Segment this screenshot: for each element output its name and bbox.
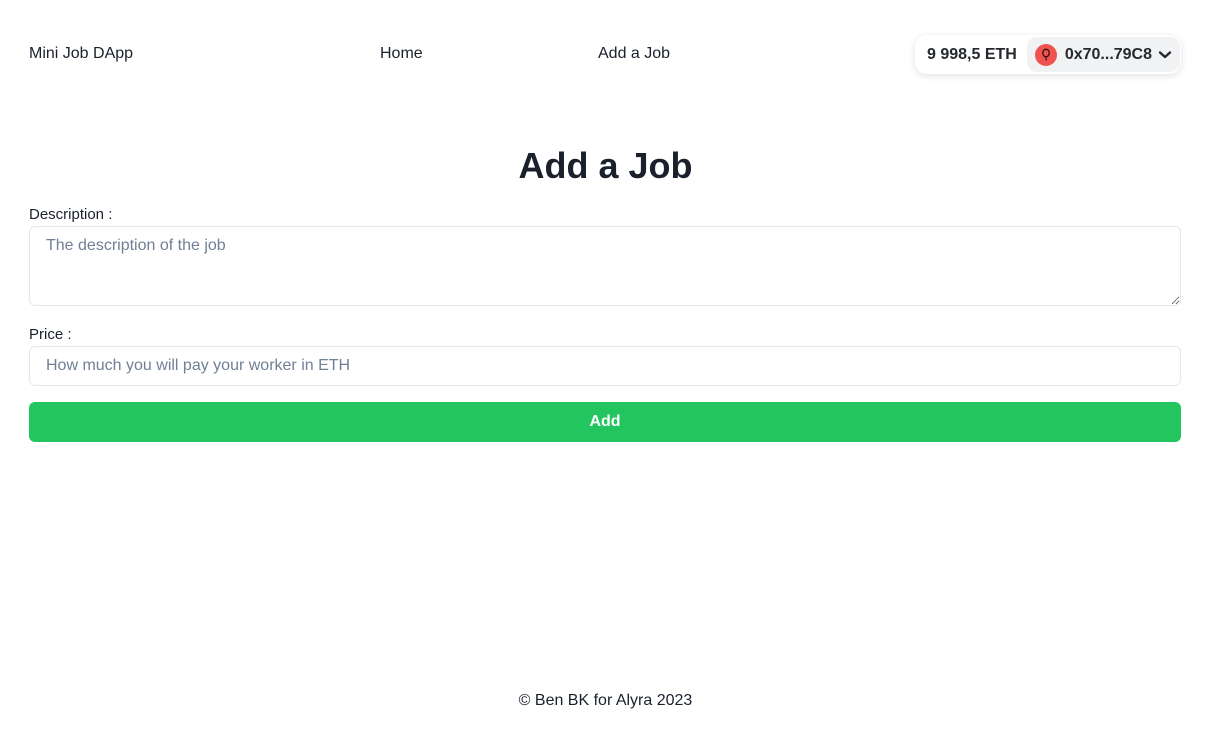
account-button[interactable]: 0x70...79C8 <box>1026 37 1181 72</box>
description-label: Description : <box>29 206 113 223</box>
header: Mini Job DApp Home Add a Job 9 998,5 ETH… <box>0 0 1211 110</box>
wallet-connect-widget: 9 998,5 ETH 0x70...79C8 <box>915 35 1181 74</box>
wallet-balance[interactable]: 9 998,5 ETH <box>915 46 1027 64</box>
balloon-icon <box>1034 43 1057 66</box>
wallet-address: 0x70...79C8 <box>1064 45 1153 63</box>
page-title: Add a Job <box>518 145 693 186</box>
price-label: Price : <box>29 326 72 343</box>
description-textarea[interactable] <box>29 226 1181 306</box>
chevron-down-icon <box>1158 50 1172 60</box>
page: Mini Job DApp Home Add a Job 9 998,5 ETH… <box>0 0 1211 754</box>
nav-link-home[interactable]: Home <box>380 44 423 64</box>
nav-link-add-job[interactable]: Add a Job <box>598 44 670 64</box>
footer-copyright: © Ben BK for Alyra 2023 <box>518 692 693 709</box>
brand-logo-text[interactable]: Mini Job DApp <box>29 44 133 64</box>
add-button[interactable]: Add <box>29 402 1181 442</box>
price-input[interactable] <box>29 346 1181 386</box>
